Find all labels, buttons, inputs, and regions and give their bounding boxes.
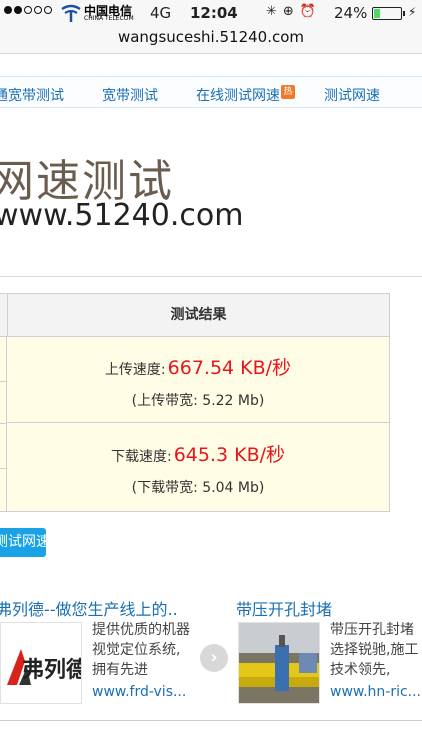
ad-url-frd[interactable]: www.frd-vis... — [92, 684, 186, 700]
upload-speed-value: 667.54 KB/秒 — [167, 357, 292, 379]
divider — [0, 720, 422, 721]
clock: 12:04 — [190, 4, 238, 22]
nav-item-online-speed-test[interactable]: 在线测试网速热 — [196, 85, 295, 105]
top-nav: 通宽带测试 宽带测试 在线测试网速热 测试网速 — [0, 76, 422, 108]
ad-description-pipe[interactable]: 带压开孔封堵选择锐驰,施工技术领先, — [330, 620, 422, 680]
ad-image-pipe[interactable] — [238, 622, 320, 704]
table-left-column — [0, 337, 7, 511]
hot-badge: 热 — [281, 85, 295, 99]
nav-item-speed-test[interactable]: 测试网速 — [324, 85, 380, 105]
battery-icon — [372, 7, 402, 20]
result-table-header: 测试结果 — [0, 294, 389, 337]
ad-url-pipe[interactable]: www.hn-ric... — [330, 684, 421, 700]
china-telecom-logo-icon — [61, 4, 81, 22]
charging-icon: ⚡ — [408, 5, 417, 19]
nav-item-broadband-test-1[interactable]: 通宽带测试 — [0, 85, 64, 105]
upload-bandwidth: (上传带宽: 5.22 Mb) — [131, 393, 265, 409]
result-table-header-label: 测试结果 — [7, 294, 389, 337]
address-bar[interactable]: wangsuceshi.51240.com — [0, 24, 422, 54]
divider — [0, 276, 422, 277]
loading-icon: ✳ — [266, 4, 277, 19]
nav-item-broadband-test-2[interactable]: 宽带测试 — [102, 85, 158, 105]
signal-strength-icon — [4, 6, 52, 14]
download-speed-value: 645.3 KB/秒 — [173, 444, 286, 466]
battery-percent: 24% — [334, 4, 368, 22]
url-text: wangsuceshi.51240.com — [117, 28, 305, 46]
pipe-photo-icon — [239, 623, 319, 703]
result-table: 测试结果 上传速度: 667.54 KB/秒 (上传带宽: 5.22 Mb) 下载… — [0, 293, 390, 512]
frd-logo-icon: 弗列德 — [1, 623, 82, 703]
retest-speed-button[interactable]: 测试网速 — [0, 528, 46, 557]
upload-result-row: 上传速度: 667.54 KB/秒 (上传带宽: 5.22 Mb) — [7, 337, 389, 423]
site-logo-url: www.51240.com — [0, 198, 244, 233]
ad-image-text: 弗列德 — [22, 657, 82, 683]
download-speed-label: 下载速度: — [110, 449, 172, 465]
network-type: 4G — [150, 4, 172, 22]
upload-speed-label: 上传速度: — [104, 362, 166, 378]
alarm-icon: ⏰ — [299, 4, 316, 19]
ad-title-pipe[interactable]: 带压开孔封堵 — [236, 596, 332, 620]
status-bar: 中国电信 CHINA TELECOM 4G 12:04 ✳ ⊕ ⏰ 24% ⚡ — [0, 0, 422, 24]
orientation-lock-icon: ⊕ — [282, 4, 294, 19]
carrier-english-name: CHINA TELECOM — [84, 15, 134, 22]
nav-item-label: 在线测试网速 — [196, 88, 280, 104]
download-result-row: 下载速度: 645.3 KB/秒 (下载带宽: 5.04 Mb) — [7, 424, 389, 510]
download-bandwidth: (下载带宽: 5.04 Mb) — [131, 480, 265, 496]
battery-tip — [403, 11, 405, 16]
carousel-next-icon[interactable]: › — [200, 644, 228, 672]
ad-title-frd[interactable]: 弗列德--做您生产线上的.. — [0, 596, 178, 620]
ad-description-frd[interactable]: 提供优质的机器视觉定位系统, 拥有先进 — [92, 620, 192, 680]
ad-image-frd[interactable]: 弗列德 — [0, 622, 82, 704]
